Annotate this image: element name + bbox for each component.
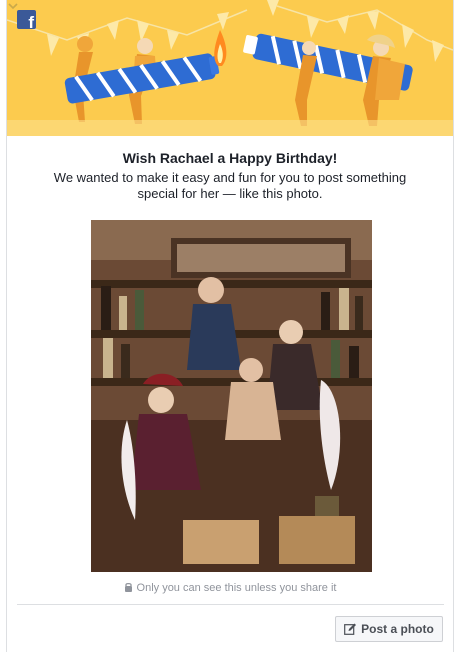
privacy-text: Only you can see this unless you share i… [136,582,337,594]
post-photo-button[interactable]: Post a photo [335,616,443,642]
lock-icon [124,582,132,592]
page-title: Wish Rachael a Happy Birthday! [122,150,338,166]
birthday-card: f Wish Rachael a Happy Birthday! We want… [6,0,454,652]
birthday-banner: f [7,0,453,136]
saloon-photo-image [91,220,372,572]
suggested-photo[interactable] [91,220,372,572]
post-photo-label: Post a photo [361,622,434,636]
chevron-down-icon[interactable] [7,0,19,12]
facebook-logo-icon: f [17,10,36,29]
privacy-note: Only you can see this unless you share i… [7,582,453,594]
footer-divider [17,604,444,605]
birthday-illustration [7,0,453,136]
edit-icon [344,623,357,635]
page-subtitle: We wanted to make it easy and fun for yo… [53,170,407,201]
